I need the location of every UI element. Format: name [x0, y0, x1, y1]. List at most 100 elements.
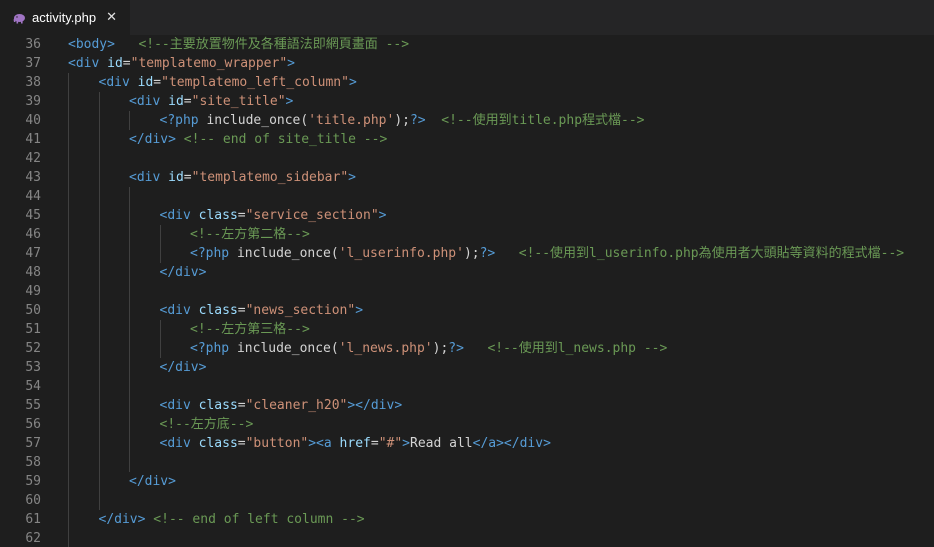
code-line[interactable]: 52 <?php include_once('l_news.php');?> <!… [0, 339, 934, 358]
code-token: <div [129, 170, 169, 185]
code-line[interactable]: 56 <!--左方底--> [0, 415, 934, 434]
code-line[interactable]: 39 <div id="site_title"> [0, 92, 934, 111]
line-number: 42 [25, 151, 41, 166]
code-line[interactable]: 55 <div class="cleaner_h20"></div> [0, 396, 934, 415]
code-token: "templatemo_sidebar" [191, 170, 349, 185]
code-token: = [237, 208, 246, 223]
code-line[interactable]: 46 <!--左方第二格--> [0, 225, 934, 244]
code-token: </div> [159, 265, 207, 280]
code-token: = [370, 436, 379, 451]
code-content: </div> <!-- end of left column --> [99, 510, 365, 529]
code-line[interactable]: 45 <div class="service_section"> [0, 206, 934, 225]
code-token: = [183, 94, 192, 109]
code-token: = [122, 56, 131, 71]
code-token: id [107, 56, 123, 71]
line-number: 56 [25, 417, 41, 432]
code-line[interactable]: 59 </div> [0, 472, 934, 491]
code-token: > [355, 303, 364, 318]
code-token: </a></div> [472, 436, 551, 451]
code-line[interactable]: 51 <!--左方第三格--> [0, 320, 934, 339]
code-content: </div> <!-- end of site_title --> [129, 130, 387, 149]
code-token: <body> [68, 37, 115, 52]
code-content: <div id="templatemo_wrapper"> [68, 54, 295, 73]
code-token: "service_section" [245, 208, 379, 223]
code-line[interactable]: 37 <div id="templatemo_wrapper"> [0, 54, 934, 73]
code-area[interactable]: 36 <body> <!--主要放置物件及各種語法即網頁畫面 --> 37 <div … [0, 35, 934, 547]
code-line[interactable]: 36 <body> <!--主要放置物件及各種語法即網頁畫面 --> [0, 35, 934, 54]
code-token: <?php [190, 341, 237, 356]
code-token: include_once( [236, 246, 339, 261]
code-content: <?php include_once('l_news.php');?> <!--… [190, 339, 667, 358]
code-token: <div [159, 303, 199, 318]
code-token: class [198, 303, 238, 318]
code-token: <div [159, 398, 199, 413]
code-line[interactable]: 58 [0, 453, 934, 472]
line-number: 54 [25, 379, 41, 394]
code-content: <?php include_once('title.php');?> <!--使… [160, 111, 645, 130]
code-content: <div class="cleaner_h20"></div> [160, 396, 403, 415]
code-line[interactable]: 49 [0, 282, 934, 301]
code-token: 'l_userinfo.php' [338, 246, 464, 261]
code-token: id [168, 94, 184, 109]
code-token: <!--主要放置物件及各種語法即網頁畫面 --> [138, 37, 410, 52]
code-line[interactable]: 40 <?php include_once('title.php');?> <!-… [0, 111, 934, 130]
code-token: ); [394, 113, 410, 128]
code-line[interactable]: 43 <div id="templatemo_sidebar"> [0, 168, 934, 187]
line-number: 39 [25, 94, 41, 109]
code-token: = [237, 436, 246, 451]
line-number: 38 [25, 75, 41, 90]
code-token: id [168, 170, 184, 185]
indent-guide [129, 111, 130, 130]
line-number: 60 [25, 493, 41, 508]
code-content: <!--左方底--> [160, 415, 254, 434]
code-token: href [339, 436, 371, 451]
close-icon[interactable]: ✕ [106, 10, 117, 25]
code-token: ); [463, 246, 480, 261]
code-line[interactable]: 54 [0, 377, 934, 396]
code-token: ?> [479, 246, 496, 261]
code-line[interactable]: 48 </div> [0, 263, 934, 282]
code-line[interactable]: 57 <div class="button"><a href="#">Read a… [0, 434, 934, 453]
code-token: "cleaner_h20" [245, 398, 348, 413]
code-content: <div id="site_title"> [129, 92, 293, 111]
code-line[interactable]: 47 <?php include_once('l_userinfo.php');?… [0, 244, 934, 263]
code-line[interactable]: 61 </div> <!-- end of left column --> [0, 510, 934, 529]
line-number: 57 [25, 436, 41, 451]
code-token: > [402, 436, 410, 451]
code-content: <div class="news_section"> [160, 301, 364, 320]
line-number: 58 [25, 455, 41, 470]
code-content: </div> [160, 358, 207, 377]
line-number: 37 [25, 56, 41, 71]
code-token: <div [129, 94, 169, 109]
code-token: </div> [129, 132, 176, 147]
code-token: class [198, 398, 238, 413]
code-editor-window: activity.php ✕ 36 <body> <!--主要放置物件及各種語法即… [0, 0, 934, 547]
code-line[interactable]: 53 </div> [0, 358, 934, 377]
code-token: <!--左方第二格--> [190, 227, 310, 242]
code-line[interactable]: 41 </div> <!-- end of site_title --> [0, 130, 934, 149]
tab-activity-php[interactable]: activity.php ✕ [0, 0, 130, 35]
code-token: <div [159, 208, 199, 223]
code-token: "button" [245, 436, 309, 451]
line-number: 40 [25, 113, 41, 128]
line-number: 45 [25, 208, 41, 223]
code-token: </div> [159, 360, 207, 375]
code-line[interactable]: 38 <div id="templatemo_left_column"> [0, 73, 934, 92]
php-elephant-icon [12, 11, 26, 25]
code-line[interactable]: 62 [0, 529, 934, 547]
line-number: 46 [25, 227, 41, 242]
code-token: "#" [378, 436, 403, 451]
code-token: = [237, 303, 246, 318]
code-line[interactable]: 50 <div class="news_section"> [0, 301, 934, 320]
code-line[interactable]: 42 [0, 149, 934, 168]
code-line[interactable]: 44 [0, 187, 934, 206]
code-token: </div> [98, 512, 146, 527]
code-content: <div class="service_section"> [160, 206, 387, 225]
code-token: "site_title" [191, 94, 286, 109]
code-token: "templatemo_left_column" [161, 75, 349, 90]
tab-bar: activity.php ✕ [0, 0, 934, 35]
code-line[interactable]: 60 [0, 491, 934, 510]
line-number: 49 [25, 284, 41, 299]
